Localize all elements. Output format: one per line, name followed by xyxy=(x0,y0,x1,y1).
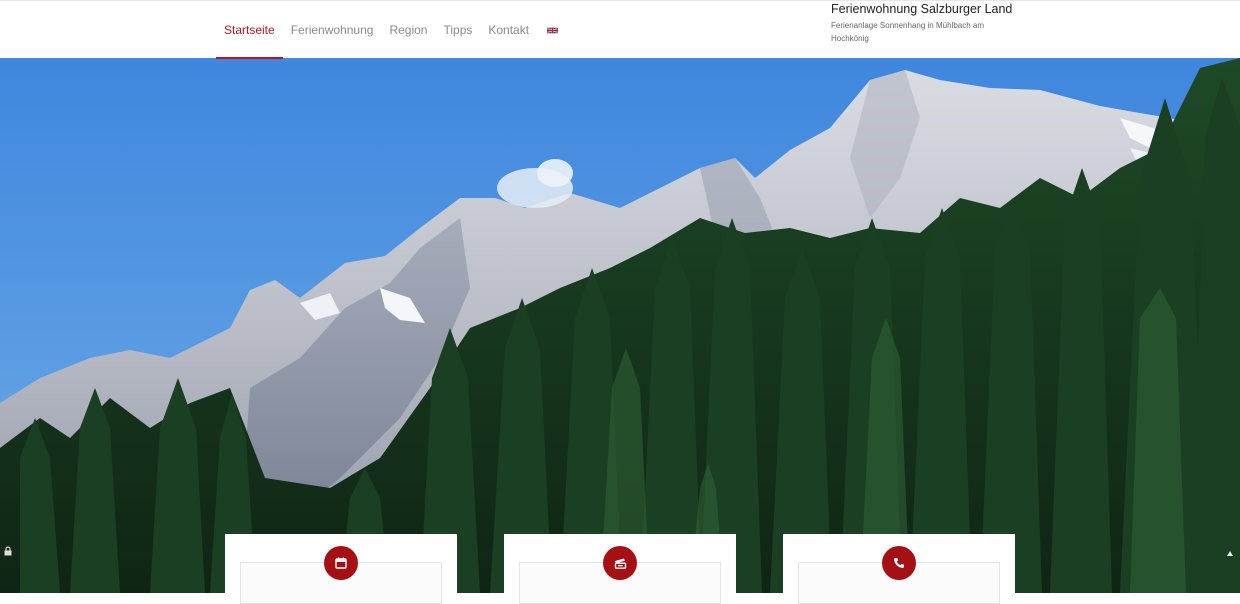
mountain-forest-photo xyxy=(0,58,1240,593)
nav-item-kontakt[interactable]: Kontakt xyxy=(480,1,537,59)
feature-card-phone[interactable] xyxy=(783,534,1015,604)
language-switch-english[interactable] xyxy=(537,1,566,59)
feature-card-ticket[interactable] xyxy=(504,534,736,604)
phone-icon-badge xyxy=(882,546,916,580)
uk-flag-icon xyxy=(547,26,559,34)
nav-item-label: Kontakt xyxy=(488,23,530,37)
calendar-icon xyxy=(335,557,347,569)
nav-item-region[interactable]: Region xyxy=(381,1,435,59)
ticket-icon-badge xyxy=(603,546,637,580)
nav-item-ferienwohnung[interactable]: Ferienwohnung xyxy=(283,1,382,59)
nav-item-label: Startseite xyxy=(224,23,275,37)
calendar-icon-badge xyxy=(324,546,358,580)
nav-item-label: Tipps xyxy=(443,23,473,37)
main-menu: Startseite Ferienwohnung Region Tipps Ko… xyxy=(216,1,566,59)
ticket-icon xyxy=(614,558,626,569)
site-tagline: Ferienanlage Sonnenhang in Mühlbach am H… xyxy=(831,21,984,43)
lock-icon[interactable] xyxy=(3,546,13,556)
top-navigation-bar: Startseite Ferienwohnung Region Tipps Ko… xyxy=(0,0,1240,59)
site-title: Ferienwohnung Salzburger Land xyxy=(831,2,1013,16)
hero-image xyxy=(0,58,1240,593)
feature-card-calendar[interactable] xyxy=(225,534,457,604)
scroll-up-icon[interactable] xyxy=(1226,550,1234,560)
nav-item-startseite[interactable]: Startseite xyxy=(216,1,283,59)
nav-item-label: Region xyxy=(389,23,428,37)
phone-icon xyxy=(894,558,904,568)
nav-item-tipps[interactable]: Tipps xyxy=(435,1,480,59)
site-branding[interactable]: Ferienwohnung Salzburger Land Ferienanla… xyxy=(831,1,1031,45)
nav-item-label: Ferienwohnung xyxy=(290,23,374,37)
